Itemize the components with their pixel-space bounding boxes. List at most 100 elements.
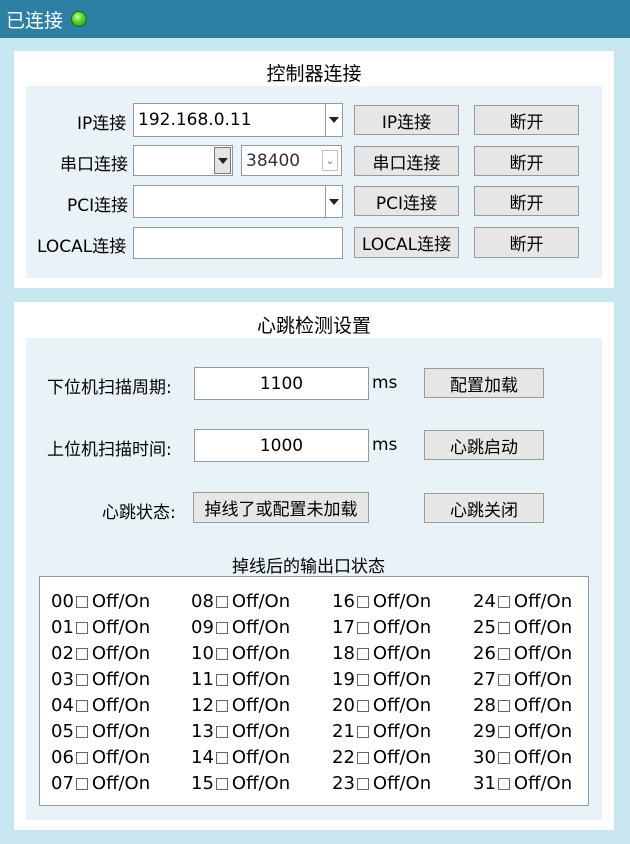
output-port-checkbox[interactable] bbox=[497, 621, 510, 634]
output-port-checkbox[interactable] bbox=[75, 647, 88, 660]
output-port-item[interactable]: 17 Off/On bbox=[332, 617, 431, 638]
local-disconnect-button[interactable]: 断开 bbox=[474, 227, 579, 258]
output-port-item[interactable]: 30 Off/On bbox=[473, 747, 572, 768]
output-port-state-label: Off/On bbox=[91, 591, 151, 612]
output-port-item[interactable]: 25 Off/On bbox=[473, 617, 572, 638]
serial-disconnect-button[interactable]: 断开 bbox=[474, 146, 579, 176]
output-port-checkbox[interactable] bbox=[356, 647, 369, 660]
pci-connect-button[interactable]: PCI连接 bbox=[354, 186, 459, 216]
output-port-checkbox[interactable] bbox=[75, 621, 88, 634]
ip-disconnect-button[interactable]: 断开 bbox=[474, 105, 579, 135]
serial-connect-button[interactable]: 串口连接 bbox=[354, 146, 459, 176]
output-port-item[interactable]: 08 Off/On bbox=[191, 591, 290, 612]
output-port-item[interactable]: 09 Off/On bbox=[191, 617, 290, 638]
output-port-checkbox[interactable] bbox=[215, 621, 228, 634]
local-connect-button[interactable]: LOCAL连接 bbox=[354, 227, 459, 258]
output-port-item[interactable]: 16 Off/On bbox=[332, 591, 431, 612]
heartbeat-start-button[interactable]: 心跳启动 bbox=[424, 430, 544, 460]
output-port-state-label: Off/On bbox=[231, 643, 291, 664]
output-port-checkbox[interactable] bbox=[497, 699, 510, 712]
output-port-state-label: Off/On bbox=[372, 591, 432, 612]
upper-scan-time-input[interactable]: 1000 bbox=[194, 429, 369, 462]
output-port-checkbox[interactable] bbox=[356, 673, 369, 686]
output-port-item[interactable]: 20 Off/On bbox=[332, 695, 431, 716]
output-port-item[interactable]: 05 Off/On bbox=[51, 721, 150, 742]
output-port-checkbox[interactable] bbox=[215, 725, 228, 738]
output-port-item[interactable]: 14 Off/On bbox=[191, 747, 290, 768]
output-port-checkbox[interactable] bbox=[215, 673, 228, 686]
output-port-checkbox[interactable] bbox=[497, 777, 510, 790]
ip-dropdown-icon[interactable] bbox=[325, 104, 342, 136]
output-port-checkbox[interactable] bbox=[75, 751, 88, 764]
ip-connect-button[interactable]: IP连接 bbox=[354, 105, 459, 135]
output-port-checkbox[interactable] bbox=[497, 647, 510, 660]
output-port-checkbox[interactable] bbox=[75, 673, 88, 686]
output-port-item[interactable]: 31 Off/On bbox=[473, 773, 572, 794]
output-port-checkbox[interactable] bbox=[75, 777, 88, 790]
serial-port-dropdown-icon[interactable] bbox=[214, 147, 231, 174]
output-port-item[interactable]: 06 Off/On bbox=[51, 747, 150, 768]
output-port-number: 03 bbox=[51, 669, 74, 690]
output-port-number: 08 bbox=[191, 591, 214, 612]
output-port-checkbox[interactable] bbox=[356, 751, 369, 764]
output-port-checkbox[interactable] bbox=[215, 595, 228, 608]
output-port-checkbox[interactable] bbox=[497, 595, 510, 608]
output-port-state-label: Off/On bbox=[91, 773, 151, 794]
output-port-checkbox[interactable] bbox=[356, 725, 369, 738]
pci-dropdown-icon[interactable] bbox=[325, 186, 342, 217]
output-port-checkbox[interactable] bbox=[75, 699, 88, 712]
output-port-checkbox[interactable] bbox=[215, 647, 228, 660]
pci-device-combo[interactable] bbox=[133, 185, 343, 218]
output-port-checkbox[interactable] bbox=[356, 699, 369, 712]
output-port-checkbox[interactable] bbox=[497, 751, 510, 764]
output-port-checkbox[interactable] bbox=[75, 595, 88, 608]
output-port-item[interactable]: 07 Off/On bbox=[51, 773, 150, 794]
output-port-state-label: Off/On bbox=[231, 591, 291, 612]
output-port-item[interactable]: 28 Off/On bbox=[473, 695, 572, 716]
output-port-checkbox[interactable] bbox=[215, 699, 228, 712]
output-port-item[interactable]: 24 Off/On bbox=[473, 591, 572, 612]
lower-scan-period-input[interactable]: 1100 bbox=[194, 367, 369, 400]
output-port-item[interactable]: 13 Off/On bbox=[191, 721, 290, 742]
output-port-item[interactable]: 22 Off/On bbox=[332, 747, 431, 768]
output-port-item[interactable]: 03 Off/On bbox=[51, 669, 150, 690]
output-port-item[interactable]: 26 Off/On bbox=[473, 643, 572, 664]
ip-address-combo[interactable]: 192.168.0.11 bbox=[133, 103, 343, 137]
output-port-number: 14 bbox=[191, 747, 214, 768]
output-port-item[interactable]: 23 Off/On bbox=[332, 773, 431, 794]
load-config-button[interactable]: 配置加载 bbox=[424, 368, 544, 398]
upper-scan-time-label: 上位机扫描时间: bbox=[47, 440, 172, 460]
output-port-item[interactable]: 10 Off/On bbox=[191, 643, 290, 664]
local-connect-input[interactable] bbox=[133, 227, 343, 259]
output-port-item[interactable]: 12 Off/On bbox=[191, 695, 290, 716]
serial-port-select[interactable] bbox=[133, 145, 233, 176]
heartbeat-stop-button[interactable]: 心跳关闭 bbox=[424, 493, 544, 523]
outputs-title: 掉线后的输出口状态 bbox=[232, 557, 385, 577]
pci-disconnect-button[interactable]: 断开 bbox=[474, 186, 579, 216]
output-port-checkbox[interactable] bbox=[497, 725, 510, 738]
output-port-checkbox[interactable] bbox=[356, 621, 369, 634]
output-port-checkbox[interactable] bbox=[356, 595, 369, 608]
output-port-number: 18 bbox=[332, 643, 355, 664]
output-port-item[interactable]: 11 Off/On bbox=[191, 669, 290, 690]
output-port-item[interactable]: 19 Off/On bbox=[332, 669, 431, 690]
output-port-item[interactable]: 27 Off/On bbox=[473, 669, 572, 690]
baud-rate-value: 38400 bbox=[246, 150, 301, 171]
output-port-checkbox[interactable] bbox=[497, 673, 510, 686]
baud-rate-dropdown-icon[interactable]: ⌄ bbox=[322, 150, 338, 171]
serial-connect-label: 串口连接 bbox=[60, 155, 128, 175]
output-port-item[interactable]: 21 Off/On bbox=[332, 721, 431, 742]
baud-rate-select[interactable]: 38400 ⌄ bbox=[241, 145, 342, 176]
output-port-item[interactable]: 04 Off/On bbox=[51, 695, 150, 716]
output-port-number: 05 bbox=[51, 721, 74, 742]
output-port-item[interactable]: 00 Off/On bbox=[51, 591, 150, 612]
output-port-checkbox[interactable] bbox=[356, 777, 369, 790]
output-port-item[interactable]: 01 Off/On bbox=[51, 617, 150, 638]
output-port-item[interactable]: 29 Off/On bbox=[473, 721, 572, 742]
output-port-item[interactable]: 18 Off/On bbox=[332, 643, 431, 664]
output-port-item[interactable]: 02 Off/On bbox=[51, 643, 150, 664]
output-port-checkbox[interactable] bbox=[215, 777, 228, 790]
output-port-checkbox[interactable] bbox=[75, 725, 88, 738]
output-port-item[interactable]: 15 Off/On bbox=[191, 773, 290, 794]
output-port-checkbox[interactable] bbox=[215, 751, 228, 764]
